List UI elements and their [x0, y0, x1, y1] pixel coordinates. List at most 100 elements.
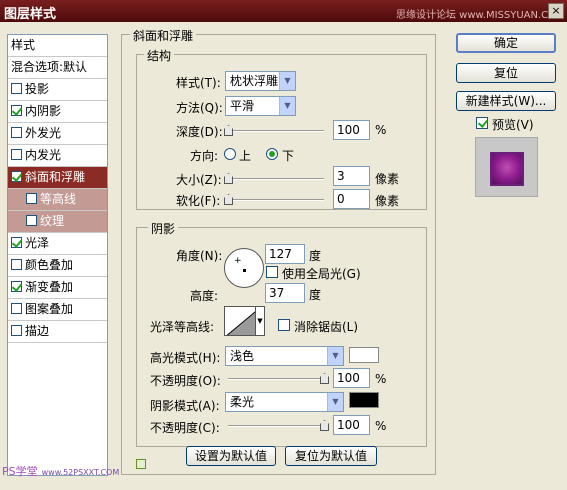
highlight-mode-label: 高光模式(H):: [150, 351, 221, 365]
depth-input[interactable]: 100: [333, 120, 370, 140]
size-input[interactable]: 3: [333, 166, 370, 186]
depth-label: 深度(D):: [176, 125, 223, 139]
direction-down-radio[interactable]: [266, 148, 278, 160]
highlight-mode-select[interactable]: 浅色 ▼: [225, 346, 344, 366]
anti-alias-checkbox[interactable]: [278, 319, 290, 331]
shadow-color-swatch[interactable]: [349, 392, 379, 408]
style-checkbox[interactable]: [11, 259, 22, 270]
make-default-button[interactable]: 设置为默认值: [186, 446, 276, 466]
soften-input[interactable]: 0: [333, 189, 370, 209]
style-list-item-label: 等高线: [40, 192, 77, 206]
highlight-opacity-label: 不透明度(O):: [150, 374, 221, 388]
technique-select[interactable]: 平滑 ▼: [225, 96, 296, 116]
style-list-item[interactable]: 光泽: [8, 233, 107, 255]
structure-title: 结构: [144, 47, 175, 64]
style-checkbox[interactable]: [11, 237, 22, 248]
shadow-opacity-input[interactable]: 100: [333, 415, 370, 435]
style-list-item[interactable]: 等高线: [8, 189, 107, 211]
style-list-item[interactable]: 外发光: [8, 123, 107, 145]
global-light-label: 使用全局光(G): [282, 267, 361, 281]
direction-up-label: 上: [239, 149, 252, 163]
brand-url: www.52PSXXT.COM: [41, 468, 120, 477]
style-list-item-label: 纹理: [40, 214, 65, 228]
altitude-unit: 度: [309, 288, 322, 302]
angle-unit: 度: [309, 249, 322, 263]
style-checkbox[interactable]: [11, 281, 22, 292]
shadow-opacity-unit: %: [375, 419, 387, 433]
anti-alias-label: 消除锯齿(L): [294, 320, 359, 334]
new-style-button[interactable]: 新建样式(W)...: [456, 91, 556, 111]
global-light-checkbox[interactable]: [266, 266, 278, 278]
preview-swatch: [490, 152, 524, 186]
preview-checkbox[interactable]: [476, 117, 488, 129]
reset-button[interactable]: 复位: [456, 63, 556, 83]
preview-thumbnail: [475, 137, 538, 197]
crosshair-icon: +: [234, 256, 242, 266]
soften-label: 软化(F):: [176, 194, 221, 208]
ok-button[interactable]: 确定: [456, 33, 556, 53]
depth-slider[interactable]: [224, 125, 324, 137]
style-list-item[interactable]: 纹理: [8, 211, 107, 233]
style-checkbox[interactable]: [11, 303, 22, 314]
style-select[interactable]: 枕状浮雕 ▼: [225, 71, 296, 91]
style-list-item-label: 渐变叠加: [25, 280, 74, 294]
style-list-item-label: 光泽: [25, 236, 50, 250]
style-list-item[interactable]: 描边: [8, 321, 107, 343]
style-label: 样式(T):: [176, 76, 221, 90]
chevron-down-icon: ▼: [327, 393, 343, 411]
style-checkbox[interactable]: [26, 215, 37, 226]
style-list-item-label: 颜色叠加: [25, 258, 74, 272]
style-checkbox[interactable]: [11, 83, 22, 94]
gloss-contour-label: 光泽等高线:: [150, 320, 215, 334]
style-list-item[interactable]: 图案叠加: [8, 299, 107, 321]
style-checkbox[interactable]: [11, 171, 22, 182]
chevron-down-icon: ▼: [327, 347, 343, 365]
style-checkbox[interactable]: [11, 149, 22, 160]
highlight-opacity-slider[interactable]: [228, 373, 329, 385]
style-list-item-label: 内发光: [25, 148, 62, 162]
bevel-emboss-title: 斜面和浮雕: [130, 27, 197, 44]
style-select-value: 枕状浮雕: [230, 74, 279, 88]
angle-input[interactable]: 127: [265, 244, 305, 264]
reset-default-button[interactable]: 复位为默认值: [285, 446, 377, 466]
dialog-client: 样式 混合选项:默认 投影 内阴影 外发光 内发光 斜面和浮雕 等高线 纹理 光泽 颜色叠加 渐变…: [0, 22, 567, 490]
style-list-item-label: 斜面和浮雕: [25, 170, 86, 184]
angle-dial[interactable]: +: [224, 248, 264, 288]
shadow-mode-select[interactable]: 柔光 ▼: [225, 392, 344, 412]
title-bar: 图层样式 思缘设计论坛 www.MISSYUAN.COM ×: [0, 0, 567, 22]
highlight-color-swatch[interactable]: [349, 347, 379, 363]
blend-options-item[interactable]: 混合选项:默认: [8, 57, 107, 79]
close-button[interactable]: ×: [548, 3, 564, 19]
technique-select-value: 平滑: [230, 99, 255, 113]
angle-dot-icon: [243, 269, 246, 272]
style-checkbox[interactable]: [11, 127, 22, 138]
altitude-input[interactable]: 37: [265, 283, 305, 303]
size-label: 大小(Z):: [176, 173, 222, 187]
style-checkbox[interactable]: [26, 193, 37, 204]
style-list-item[interactable]: 内阴影: [8, 101, 107, 123]
chevron-down-icon: ▼: [279, 97, 295, 115]
highlight-opacity-input[interactable]: 100: [333, 368, 370, 388]
shadow-mode-label: 阴影模式(A):: [150, 399, 220, 413]
size-slider[interactable]: [224, 173, 324, 185]
chevron-down-icon: ▼: [279, 72, 295, 90]
style-list-item[interactable]: 斜面和浮雕: [8, 167, 107, 189]
style-list-item[interactable]: 内发光: [8, 145, 107, 167]
style-list-header[interactable]: 样式: [8, 35, 107, 57]
shadow-opacity-slider[interactable]: [228, 420, 329, 432]
style-checkbox[interactable]: [11, 105, 22, 116]
brand-watermark: PS学堂 www.52PSXXT.COM: [2, 463, 119, 479]
style-checkbox[interactable]: [11, 325, 22, 336]
shadow-opacity-label: 不透明度(C):: [150, 421, 220, 435]
direction-up-radio[interactable]: [224, 148, 236, 160]
direction-label: 方向:: [190, 149, 219, 163]
highlight-opacity-unit: %: [375, 372, 387, 386]
contour-dropdown-arrow[interactable]: ▼: [255, 306, 265, 336]
style-list-item[interactable]: 投影: [8, 79, 107, 101]
angle-label: 角度(N):: [176, 249, 223, 263]
style-list-item[interactable]: 颜色叠加: [8, 255, 107, 277]
soften-slider[interactable]: [224, 194, 324, 206]
style-list-item-label: 外发光: [25, 126, 62, 140]
style-list-item[interactable]: 渐变叠加: [8, 277, 107, 299]
resize-grip-icon: [136, 459, 146, 469]
